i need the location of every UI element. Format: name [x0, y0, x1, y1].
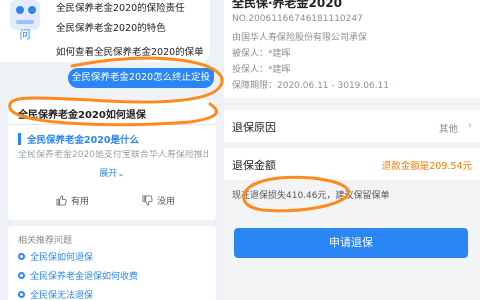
expand-button[interactable]: 展开⌄: [8, 166, 216, 179]
surrender-amount-row: 退保金额 退款金额是209.54元: [224, 148, 480, 180]
useless-label: 没用: [157, 197, 176, 207]
related-questions-card: 相关推荐问题 全民保如何退保 全民保养老金退保如何收费 全民保无法退保: [8, 226, 216, 300]
faq-link[interactable]: 全民保养老金2020的保险责任: [56, 0, 185, 14]
related-question-link[interactable]: 全民保无法退保: [18, 288, 93, 300]
answer-snippet: 全民保养老金2020是支付宝联合华人寿保险推出的: [18, 150, 208, 160]
surrender-panel: 全民保·养老金2020 NO.20061166746181110247 由国华人…: [224, 0, 480, 300]
thumbs-down-icon: [142, 195, 153, 206]
faq-link[interactable]: 如何查看全民保养老金2020的保单: [56, 44, 204, 58]
answer-title: 全民保养老金2020如何退保: [18, 110, 146, 121]
amount-value: 退款金额是209.54元: [381, 161, 472, 172]
chat-panel: 问 全民保养老金2020的保险责任 全民保养老金2020的特色 如何查看全民保养…: [0, 0, 224, 300]
bullet-icon: [18, 253, 25, 260]
accent-bar: [18, 133, 21, 145]
faq-link[interactable]: 全民保养老金2020的特色: [56, 20, 166, 34]
reason-value: 其他: [438, 124, 458, 135]
apply-surrender-button[interactable]: 申请退保: [234, 228, 468, 258]
answer-card: 全民保养老金2020如何退保 全民保养老金2020是什么 全民保养老金2020是…: [8, 100, 216, 220]
related-title: 相关推荐问题: [18, 236, 73, 246]
policy-insured: 被保人：*建晖: [232, 49, 291, 59]
policy-card: 全民保·养老金2020 NO.20061166746181110247 由国华人…: [224, 0, 480, 98]
expand-label: 展开: [99, 169, 118, 179]
answer-subtitle[interactable]: 全民保养老金2020是什么: [18, 132, 139, 146]
svg-text:问: 问: [20, 28, 31, 40]
reason-label: 退保原因: [232, 121, 276, 134]
useful-button[interactable]: 有用: [56, 194, 89, 207]
surrender-reason-row[interactable]: 退保原因 其他 ›: [224, 110, 480, 142]
policy-applicant: 投保人：*建晖: [232, 65, 291, 75]
related-question-link[interactable]: 全民保养老金退保如何收费: [18, 269, 138, 282]
related-question-text: 全民保如何退保: [30, 253, 94, 263]
bot-faq-card: 问 全民保养老金2020的保险责任 全民保养老金2020的特色 如何查看全民保养…: [0, 0, 210, 62]
related-question-text: 全民保养老金退保如何收费: [30, 272, 139, 282]
bullet-icon: [18, 272, 25, 279]
user-message-bubble: 全民保养老金2020怎么终止定投: [68, 68, 214, 88]
policy-number: NO.20061166746181110247: [232, 14, 363, 24]
policy-insurer: 由国华人寿保险股份有限公司承保: [232, 33, 368, 43]
amount-label: 退保金额: [232, 159, 276, 172]
related-question-link[interactable]: 全民保如何退保: [18, 250, 93, 263]
divider: [8, 124, 216, 125]
useless-button[interactable]: 没用: [142, 194, 175, 207]
policy-name: 全民保·养老金2020: [232, 0, 342, 10]
answer-subtitle-text: 全民保养老金2020是什么: [27, 135, 139, 146]
robot-avatar-icon: 问: [10, 0, 40, 40]
loss-warning: 现在退保损失410.46元，建议保留保单: [232, 191, 390, 201]
policy-period: 保障期限：2020.06.11 - 3019.06.11: [232, 81, 390, 91]
chevron-right-icon: ›: [468, 120, 472, 131]
chevron-down-icon: ⌄: [117, 169, 125, 179]
bullet-icon: [18, 291, 25, 298]
thumbs-up-icon: [56, 195, 67, 206]
useful-label: 有用: [71, 197, 90, 207]
related-question-text: 全民保无法退保: [30, 291, 94, 300]
